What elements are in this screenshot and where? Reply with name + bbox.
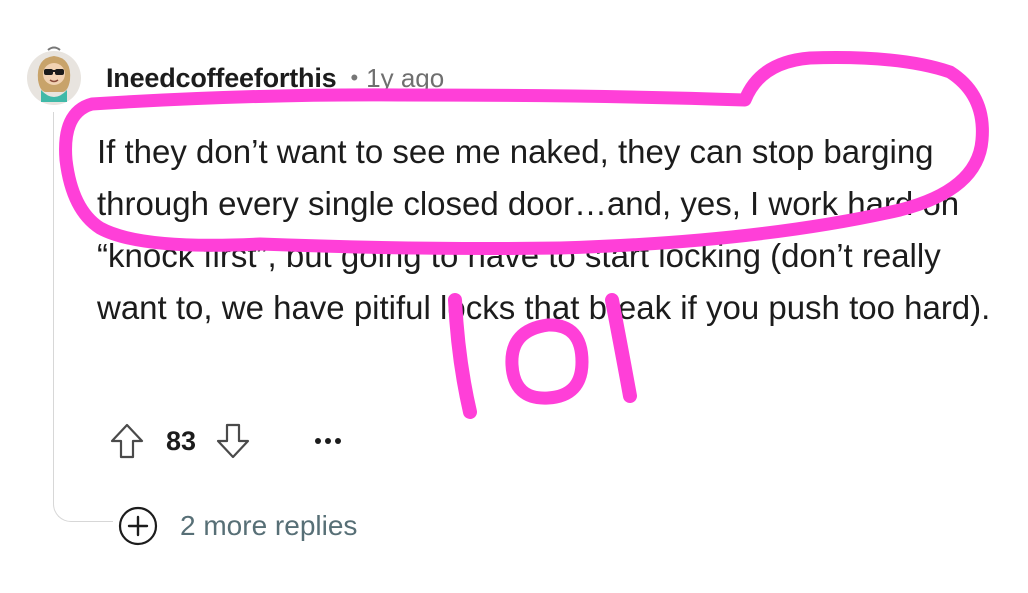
plus-circle-icon: [116, 504, 160, 548]
comment-actions: 83: [104, 416, 348, 466]
thread-connector: [53, 470, 113, 522]
more-replies-button[interactable]: 2 more replies: [116, 504, 357, 548]
comment-timestamp[interactable]: 1y ago: [366, 63, 444, 94]
meta-separator: •: [350, 65, 359, 90]
avatar-image: [27, 46, 81, 105]
comment-meta: Ineedcoffeeforthis • 1y ago: [106, 58, 444, 98]
username-link[interactable]: Ineedcoffeeforthis: [106, 63, 337, 94]
upvote-arrow-icon[interactable]: [104, 418, 150, 464]
avatar[interactable]: [24, 46, 84, 106]
lol-letter-o: [505, 318, 589, 405]
vote-score: 83: [166, 425, 197, 456]
more-replies-label: 2 more replies: [180, 510, 358, 541]
comment-body: If they don’t want to see me naked, they…: [97, 133, 991, 326]
thread-line: [53, 112, 54, 492]
downvote-arrow-icon[interactable]: [210, 418, 256, 464]
more-options-icon[interactable]: [308, 421, 348, 461]
